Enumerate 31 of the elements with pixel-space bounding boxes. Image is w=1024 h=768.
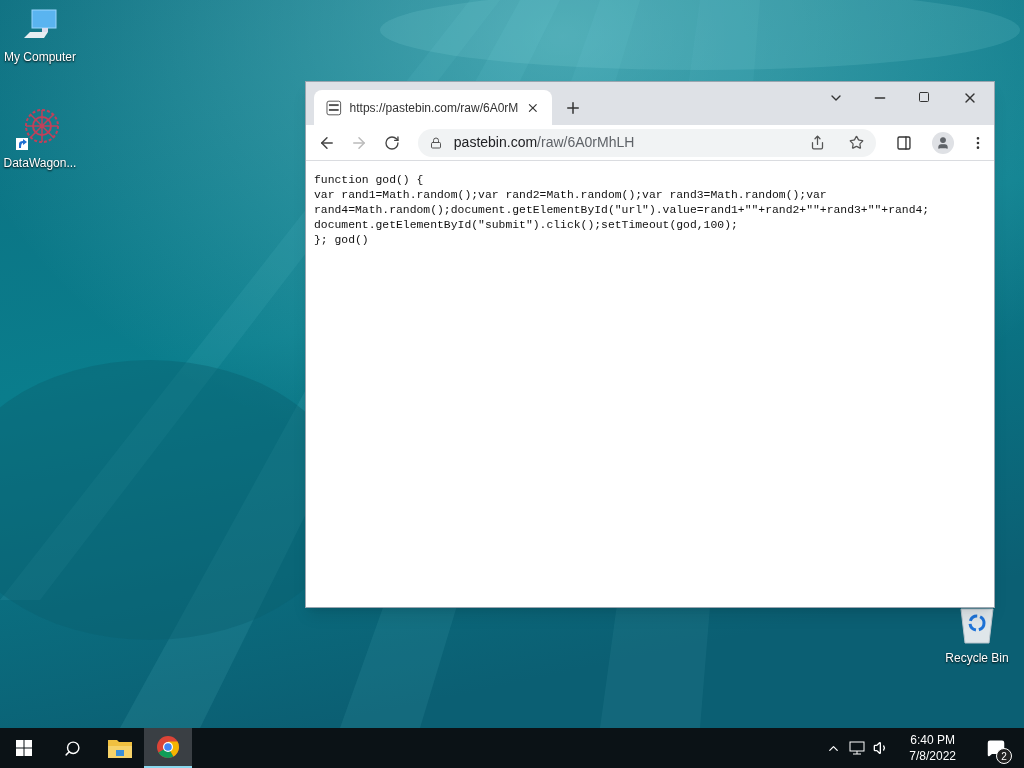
code-line: function god() { <box>314 173 425 188</box>
side-panel-icon[interactable] <box>896 134 913 151</box>
profile-avatar[interactable] <box>932 131 955 154</box>
notification-count: 2 <box>996 748 1012 764</box>
desktop-icon-label: Recycle Bin <box>945 650 1009 667</box>
code-line: rand4=Math.random();document.getElementById("url").value=rand1+""+rand2+""+rand3+""+rand4; <box>314 203 931 218</box>
bookmark-star-icon[interactable] <box>849 135 865 150</box>
desktop-icon-label: DataWagon... <box>3 155 77 172</box>
desktop-icon-label: My Computer <box>4 49 76 66</box>
clock-time: 6:40 PM <box>910 732 955 748</box>
folder-icon <box>108 738 132 758</box>
notification-button[interactable]: 2 <box>976 728 1016 768</box>
new-tab-icon[interactable] <box>564 99 582 117</box>
lock-icon <box>429 136 442 149</box>
address-text: pastebin.com/raw/6A0rMhLH <box>453 133 636 152</box>
taskbar-app[interactable] <box>144 728 192 768</box>
search-icon <box>63 739 81 757</box>
browser-tab[interactable]: https://pastebin.com/raw/6A0rM <box>314 90 552 125</box>
code-line: var rand1=Math.random();var rand2=Math.random();var rand3=Math.random();var <box>314 188 828 203</box>
tab-title: https://pastebin.com/raw/6A0rM <box>349 99 519 117</box>
windows-logo-icon <box>16 740 32 756</box>
clock-date: 7/8/2022 <box>909 748 956 764</box>
code-line: }; god() <box>314 233 370 248</box>
maximize-icon[interactable] <box>918 91 930 103</box>
share-icon[interactable] <box>810 135 826 150</box>
recycle-bin-icon <box>957 605 997 645</box>
address-bar[interactable]: pastebin.com/raw/6A0rMhLH <box>417 128 877 157</box>
code-line: document.getElementById("submit").click();setTimeout(god,100); <box>314 218 739 233</box>
chrome-logo-icon <box>156 735 180 759</box>
reload-icon[interactable] <box>383 134 400 151</box>
clock[interactable]: 6:40 PM 7/8/2022 <box>901 732 964 764</box>
